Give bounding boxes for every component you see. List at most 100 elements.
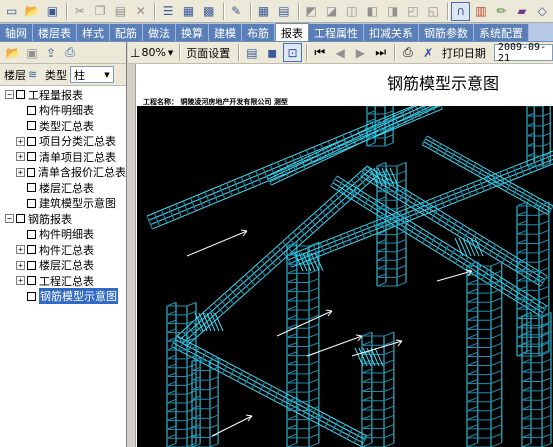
last-page-icon[interactable]: ⏭ (371, 43, 390, 62)
menu-tab[interactable]: 建模 (209, 24, 242, 41)
tree-item-label: 建筑模型示意图 (39, 197, 116, 211)
page-setup-button[interactable]: 页面设置 (183, 45, 233, 61)
menu-tab[interactable]: 钢筋参数 (419, 24, 474, 41)
tree-item[interactable]: + 项目分类汇总表 (0, 134, 126, 150)
expand-icon[interactable]: + (16, 276, 25, 286)
open-folder-icon[interactable]: 📂 (22, 2, 41, 21)
tree-item[interactable]: 钢筋模型示意图 (0, 288, 126, 305)
component-icon[interactable]: ▩ (199, 2, 218, 21)
checkbox[interactable] (16, 90, 25, 100)
toolbar-separator (179, 44, 181, 61)
expand-icon[interactable]: + (16, 245, 25, 255)
checkbox[interactable] (16, 214, 25, 224)
calculator-icon[interactable]: ▦ (179, 2, 198, 21)
view-icon-5[interactable]: ◨ (383, 2, 402, 21)
layers-icon[interactable]: ≋ (28, 68, 42, 81)
view-icon-2[interactable]: ◪ (322, 2, 341, 21)
tree-item[interactable]: + 清单项目汇总表 (0, 149, 126, 165)
brick-icon[interactable]: ▥ (471, 2, 490, 21)
print-icon[interactable]: ⎙ (61, 43, 79, 62)
save-icon[interactable]: ▣ (43, 2, 62, 21)
grid-icon[interactable]: ▦ (254, 2, 273, 21)
save-icon[interactable]: ▣ (23, 43, 41, 62)
view-icon-4[interactable]: ◧ (363, 2, 382, 21)
first-page-icon[interactable]: ⏮ (310, 43, 329, 62)
tree-item[interactable]: 类型汇总表 (0, 118, 126, 134)
fit-page-icon[interactable]: ⊡ (282, 43, 303, 62)
checkbox[interactable] (26, 167, 35, 177)
type-dropdown[interactable]: 柱 ▼ (70, 66, 114, 83)
menu-tab[interactable]: 配筋 (110, 24, 143, 41)
checkbox[interactable] (27, 198, 36, 208)
tree-item[interactable]: 构件明细表 (0, 103, 126, 119)
view-icon-6[interactable]: ◰ (403, 2, 422, 21)
checkbox[interactable] (27, 229, 36, 239)
menu-tab[interactable]: 布筋 (242, 24, 275, 41)
collapse-icon[interactable]: − (5, 90, 14, 100)
open-folder-icon[interactable]: 📂 (4, 43, 22, 62)
tree-item[interactable]: 构件明细表 (0, 227, 126, 243)
tree-item[interactable]: + 清单含报价汇总表 (0, 165, 126, 181)
tree-item-label: 清单含报价汇总表 (38, 166, 126, 180)
expand-icon[interactable]: + (16, 152, 25, 162)
properties-icon[interactable]: ☰ (158, 2, 177, 21)
tree-item[interactable]: + 工程汇总表 (0, 273, 126, 289)
delete-icon[interactable]: ✕ (131, 2, 150, 21)
cut-icon[interactable]: ✂ (70, 2, 89, 21)
next-page-icon[interactable]: ▶ (351, 43, 370, 62)
close-preview-icon[interactable]: ✗ (419, 43, 438, 62)
copy-icon[interactable]: ❐ (90, 2, 109, 21)
magnet-icon[interactable]: ∩ (451, 1, 471, 21)
menu-tab-bar: 轴网 楼层表 样式 配筋 做法 换算 建模 布筋 报表 工程属性 扣减关系 钢筋参数 系统配置 (0, 23, 553, 42)
menu-tab[interactable]: 扣减关系 (364, 24, 419, 41)
menu-tab[interactable]: 样式 (77, 24, 110, 41)
checkbox[interactable] (27, 260, 36, 270)
view-icon-7[interactable]: ◱ (424, 2, 443, 21)
print-date-field[interactable]: 2009-09-21 (493, 42, 553, 64)
new-file-icon[interactable]: ▭ (2, 2, 21, 21)
export-icon[interactable]: ⇪ (42, 43, 60, 62)
page-view-icon[interactable]: ▤ (242, 43, 261, 62)
checkbox[interactable] (27, 105, 36, 115)
eraser-icon[interactable]: ▰ (512, 2, 531, 21)
expand-icon[interactable]: + (16, 260, 25, 270)
pencil-icon[interactable]: ✏ (492, 2, 511, 21)
tree-item[interactable]: 楼层汇总表 (0, 180, 126, 196)
expand-icon[interactable]: + (16, 136, 25, 146)
checkbox[interactable] (27, 136, 36, 146)
menu-tab[interactable]: 做法 (143, 24, 176, 41)
tree-item[interactable]: 建筑模型示意图 (0, 196, 126, 212)
view-icon-1[interactable]: ◩ (302, 2, 321, 21)
collapse-icon[interactable]: − (5, 214, 14, 224)
tree-group-rebar[interactable]: − 钢筋报表 (0, 211, 126, 227)
expand-icon[interactable]: + (16, 167, 25, 177)
tree-group-quantity[interactable]: − 工程量报表 (0, 87, 126, 103)
wand-icon[interactable]: ✎ (227, 2, 246, 21)
checkbox[interactable] (27, 245, 36, 255)
view-icon-3[interactable]: ◫ (342, 2, 361, 21)
zoom-control[interactable]: ⊥ 80% ▼ (130, 46, 173, 60)
menu-tab[interactable]: 报表 (275, 23, 309, 41)
checkbox[interactable] (27, 276, 36, 286)
chevron-down-icon[interactable]: ▼ (168, 49, 173, 57)
tree-item[interactable]: + 楼层汇总表 (0, 258, 126, 274)
checkbox[interactable] (27, 121, 36, 131)
menu-tab[interactable]: 楼层表 (33, 24, 77, 41)
cube-icon[interactable]: ◇ (533, 2, 552, 21)
print-icon[interactable]: ⎙ (398, 43, 417, 62)
menu-tab[interactable]: 系统配置 (474, 24, 529, 41)
paste-icon[interactable]: ▤ (111, 2, 130, 21)
menu-tab[interactable]: 换算 (176, 24, 209, 41)
menu-tab[interactable]: 工程属性 (309, 24, 364, 41)
checkbox[interactable] (27, 183, 36, 193)
table-icon[interactable]: ▤ (274, 2, 293, 21)
rebar-3d-view[interactable] (137, 106, 553, 447)
checkbox[interactable] (27, 291, 36, 301)
menu-tab[interactable]: 轴网 (0, 24, 33, 41)
chevron-down-icon[interactable]: ▼ (101, 67, 113, 82)
checkbox[interactable] (27, 152, 36, 162)
page-view-icon-2[interactable]: ◼ (263, 43, 282, 62)
toolbar-separator (66, 2, 68, 20)
prev-page-icon[interactable]: ◀ (330, 43, 349, 62)
tree-item[interactable]: + 构件汇总表 (0, 242, 126, 258)
